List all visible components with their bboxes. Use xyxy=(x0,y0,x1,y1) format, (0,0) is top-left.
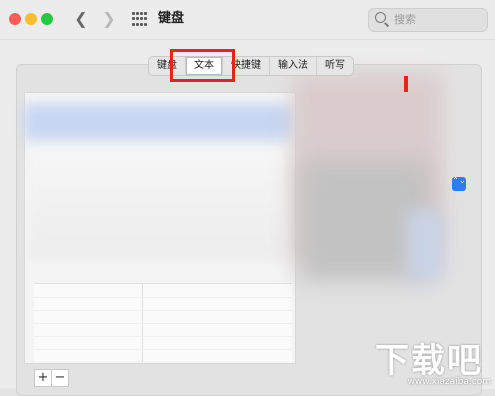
watermark-url: www.xiazaiba.com xyxy=(407,377,491,387)
blurred-list-rows xyxy=(30,150,285,260)
add-remove-controls: + − xyxy=(34,369,69,387)
preferences-window: ❮ ❯ 键盘 搜索 ⌃⌄ 键盘 文本 快捷键 输入法 听写 + − 下载吧 ww… xyxy=(0,0,495,396)
tab-input-sources[interactable]: 输入法 xyxy=(270,57,317,75)
annotation-mark xyxy=(404,76,408,92)
window-title: 键盘 xyxy=(158,11,185,26)
tab-dictation[interactable]: 听写 xyxy=(317,57,353,75)
table-row xyxy=(34,336,292,337)
forward-arrow-icon[interactable]: ❯ xyxy=(101,10,117,28)
search-icon xyxy=(375,12,386,23)
table-row xyxy=(34,349,292,350)
zoom-window-button[interactable] xyxy=(41,13,53,25)
back-arrow-icon[interactable]: ❮ xyxy=(73,10,89,28)
watermark-logo: 下载吧 www.xiazaiba.com xyxy=(358,333,495,389)
remove-button[interactable]: − xyxy=(52,369,69,387)
table-row xyxy=(34,297,292,298)
add-button[interactable]: + xyxy=(34,369,52,387)
close-window-button[interactable] xyxy=(9,13,21,25)
blurred-list-header xyxy=(24,104,294,140)
highlight-annotation-box xyxy=(170,49,235,82)
blurred-region xyxy=(407,210,442,280)
replacement-table[interactable] xyxy=(34,283,292,362)
title-bar: ❮ ❯ 键盘 搜索 xyxy=(0,0,495,40)
popup-stepper-icon[interactable]: ⌃⌄ xyxy=(452,177,466,191)
show-all-grid-icon[interactable] xyxy=(132,12,147,27)
watermark-text: 下载吧 xyxy=(375,341,483,381)
table-row xyxy=(34,323,292,324)
search-field[interactable]: 搜索 xyxy=(368,8,488,32)
search-placeholder: 搜索 xyxy=(394,13,416,26)
minimize-window-button[interactable] xyxy=(25,13,37,25)
table-row xyxy=(34,310,292,311)
